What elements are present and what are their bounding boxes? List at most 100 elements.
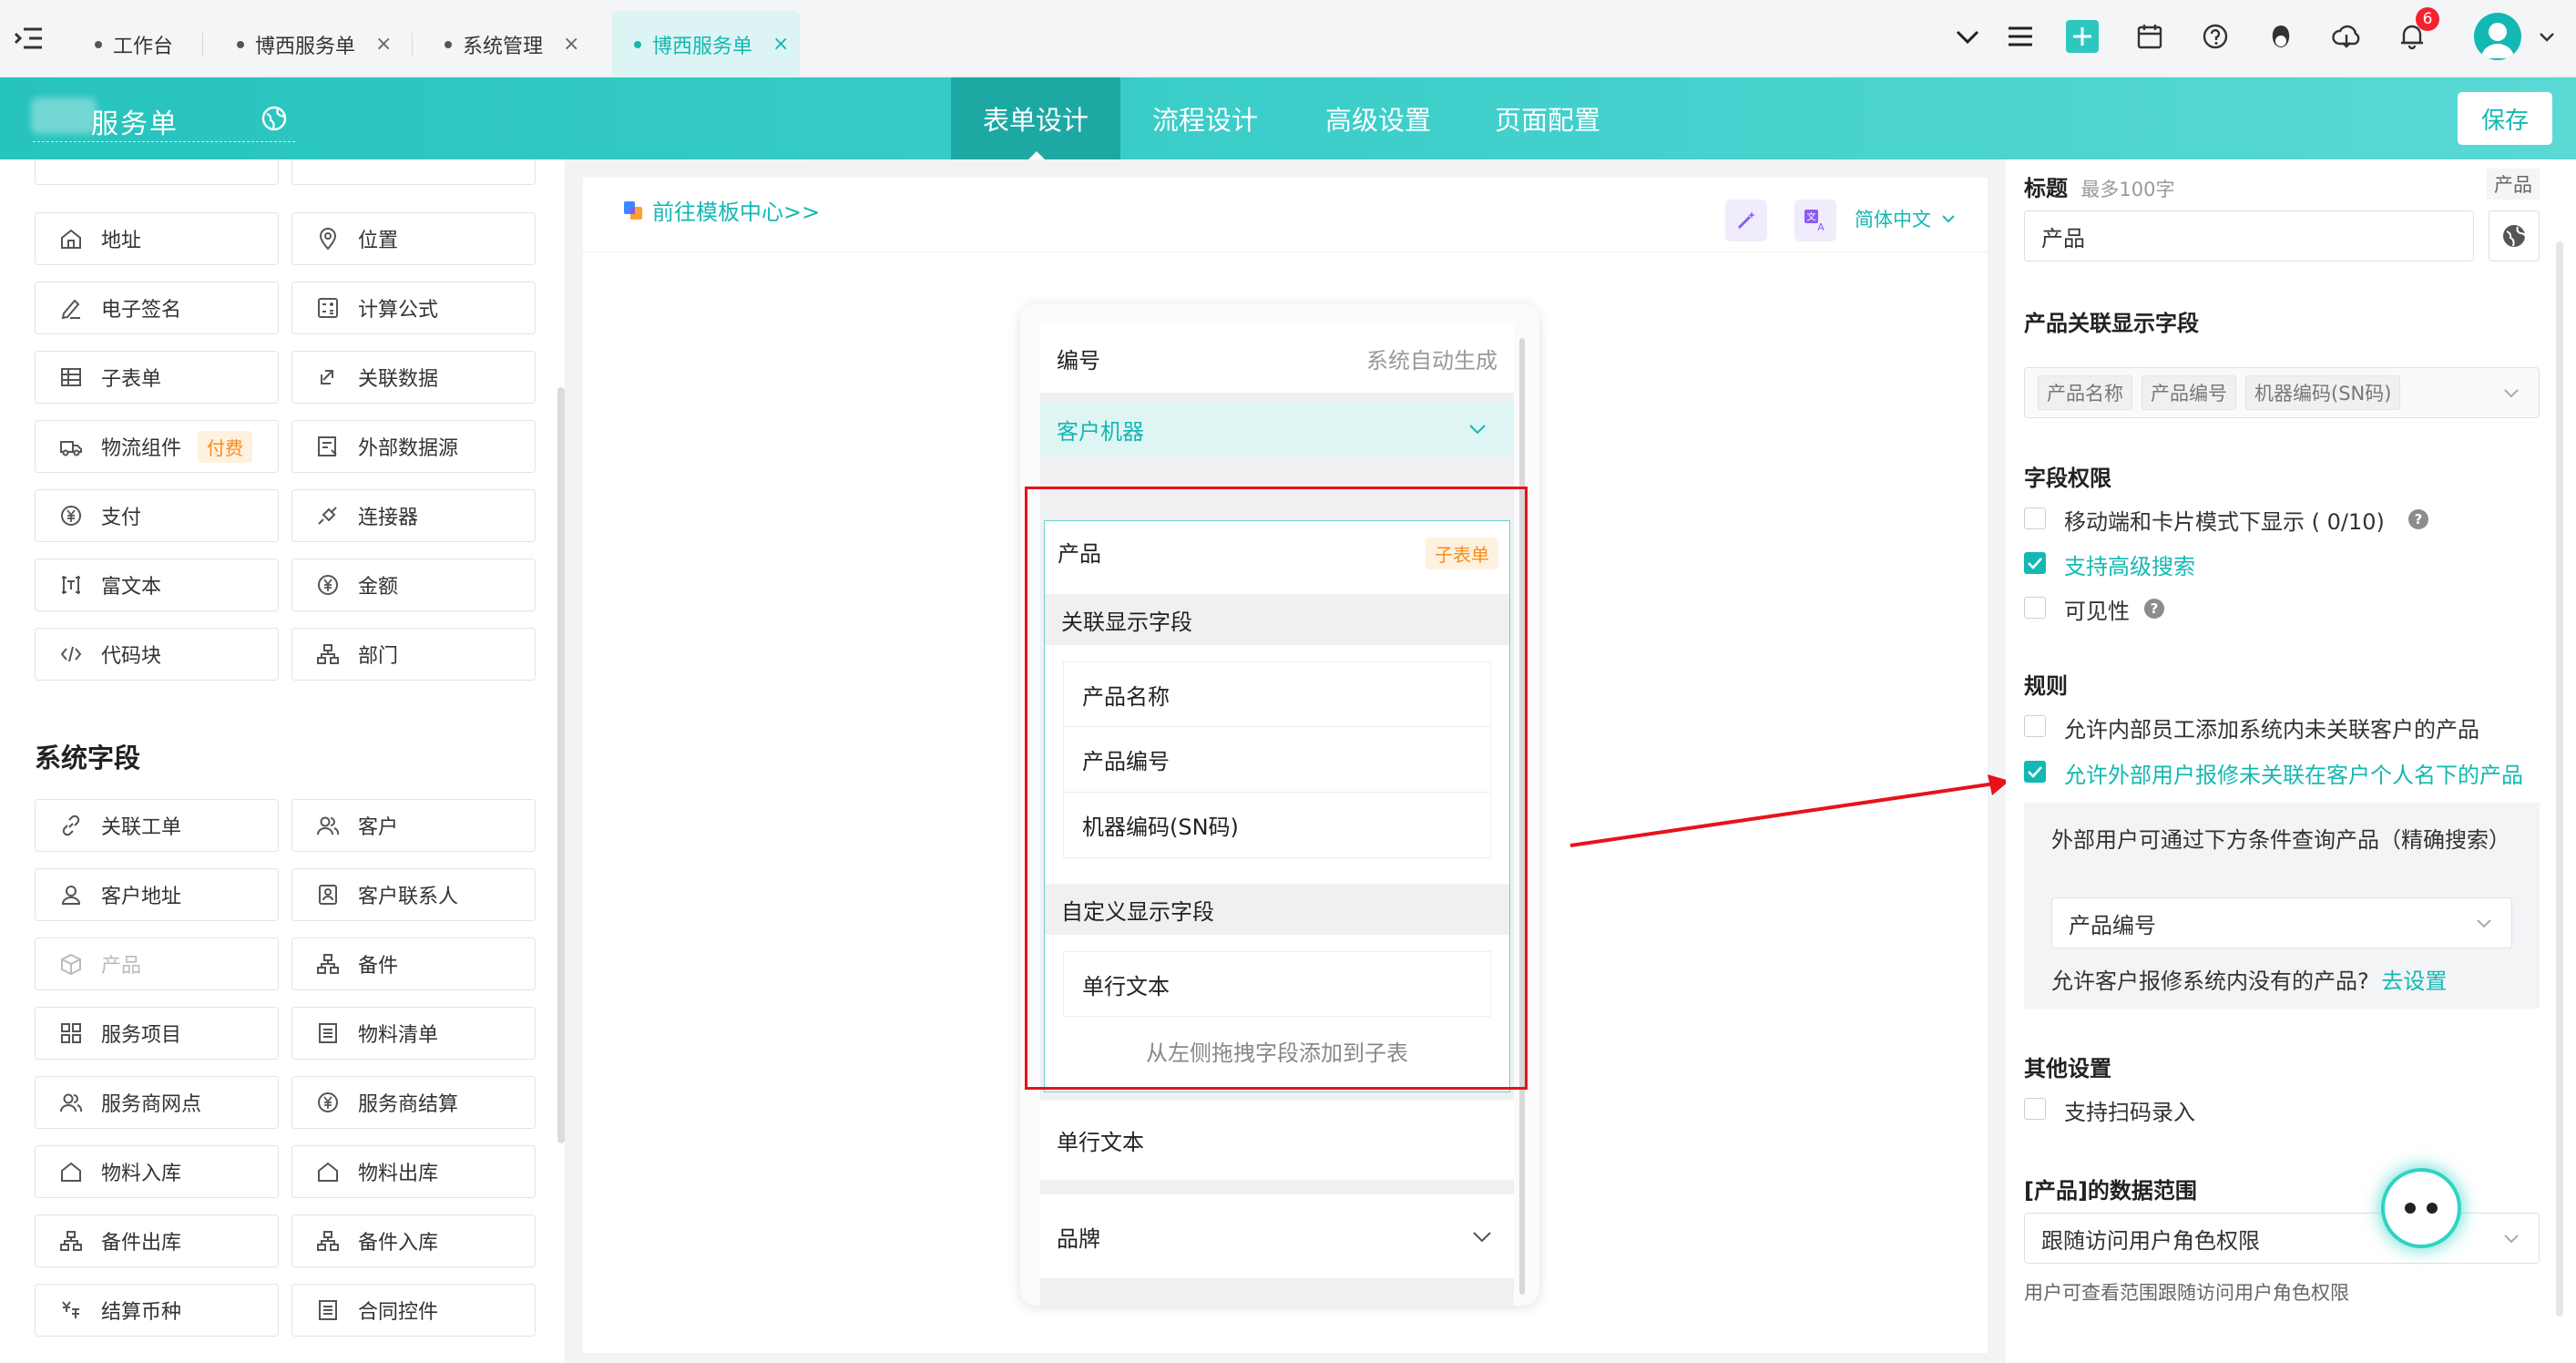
system-field-customer-contact[interactable]: 客户联系人 <box>291 868 536 921</box>
checkbox-scan-input[interactable] <box>2024 1098 2046 1120</box>
chevron-down-icon[interactable] <box>1949 18 1986 55</box>
component-logistics[interactable]: 物流组件 付费 <box>35 420 279 473</box>
tab-page-config[interactable]: 页面配置 <box>1463 77 1632 159</box>
component-richtext[interactable]: 富文本 <box>35 559 279 611</box>
field-single-text[interactable]: 单行文本 <box>1040 1100 1514 1180</box>
component-item[interactable] <box>35 159 279 185</box>
system-field-contract[interactable]: 合同控件 <box>291 1284 536 1337</box>
list-icon[interactable] <box>2002 18 2039 55</box>
globe-icon[interactable] <box>261 105 288 132</box>
query-field-select[interactable]: 产品编号 <box>2051 897 2512 948</box>
allow-missing-row: 允许客户报修系统内没有的产品? 去设置 <box>2051 963 2447 995</box>
template-center-link[interactable]: 前往模板中心>> <box>623 194 820 226</box>
display-fields-label: 产品关联显示字段 <box>2024 311 2199 336</box>
data-range-select[interactable]: 跟随访问用户角色权限 <box>2024 1213 2540 1264</box>
component-label: 地址 <box>101 230 142 252</box>
display-fields-select[interactable]: 产品名称 产品编号 机器编码(SN码) <box>2024 367 2540 418</box>
component-formula[interactable]: 计算公式 <box>291 282 536 334</box>
field-label: 品牌 <box>1057 1225 1100 1252</box>
component-address[interactable]: 地址 <box>35 212 279 265</box>
system-fields-title: 系统字段 <box>35 743 141 774</box>
component-location[interactable]: 位置 <box>291 212 536 265</box>
component-amount[interactable]: 金额 <box>291 559 536 611</box>
bird-icon[interactable] <box>2263 18 2299 55</box>
checkbox-label: 允许内部员工添加系统内未关联客户的产品 <box>2064 717 2479 743</box>
data-range-label: [产品]的数据范围 <box>2024 1178 2197 1204</box>
property-panel: 标题 最多100字 产品 产品 产品关联显示字段 产品名称 产品编号 机器编码(… <box>2006 159 2576 1363</box>
component-signature[interactable]: 电子签名 <box>35 282 279 334</box>
app-name[interactable]: 服务单 <box>33 101 179 141</box>
component-codeblock[interactable]: 代码块 <box>35 628 279 681</box>
chevron-down-icon[interactable] <box>2538 27 2556 46</box>
system-field-part-in[interactable]: 备件入库 <box>291 1214 536 1267</box>
field-number[interactable]: 编号 系统自动生成 <box>1040 323 1514 393</box>
system-field-linked-order[interactable]: 关联工单 <box>35 799 279 852</box>
language-select[interactable]: 简体中文 <box>1855 205 1957 232</box>
help-icon[interactable]: ? <box>2408 509 2428 529</box>
component-external-data[interactable]: 外部数据源 <box>291 420 536 473</box>
close-icon[interactable]: × <box>772 33 789 56</box>
system-field-material-out[interactable]: 物料出库 <box>291 1145 536 1198</box>
component-payment[interactable]: 支付 <box>35 489 279 542</box>
home-icon <box>318 1162 338 1182</box>
save-button[interactable]: 保存 <box>2458 92 2552 145</box>
select-value: 产品编号 <box>2069 912 2156 938</box>
globe-icon[interactable] <box>2489 210 2540 261</box>
component-label: 客户 <box>358 816 399 839</box>
system-field-customer[interactable]: 客户 <box>291 799 536 852</box>
system-field-part-out[interactable]: 备件出库 <box>35 1214 279 1267</box>
checkbox-internal-rule[interactable] <box>2024 715 2046 737</box>
cloud-icon[interactable] <box>2328 18 2365 55</box>
yen-circle-icon <box>318 1092 338 1112</box>
tab-workbench[interactable]: 工作台 <box>95 11 173 77</box>
tab-divider <box>412 33 413 56</box>
tab-system-admin[interactable]: 系统管理 × <box>445 11 579 77</box>
component-linked-data[interactable]: 关联数据 <box>291 351 536 404</box>
system-field-provider-settlement[interactable]: 服务商结算 <box>291 1076 536 1129</box>
system-field-currency[interactable]: 结算币种 <box>35 1284 279 1337</box>
tab-flow-design[interactable]: 流程设计 <box>1120 77 1290 159</box>
system-field-spare-part[interactable]: 备件 <box>291 938 536 990</box>
checkbox-advanced-search[interactable] <box>2024 552 2046 574</box>
field-brand[interactable]: 品牌 <box>1040 1194 1514 1278</box>
component-connector[interactable]: 连接器 <box>291 489 536 542</box>
assistant-chat-icon[interactable] <box>2381 1168 2461 1248</box>
system-field-provider-outlet[interactable]: 服务商网点 <box>35 1076 279 1129</box>
system-field-service-item[interactable]: 服务项目 <box>35 1007 279 1060</box>
system-field-material-in[interactable]: 物料入库 <box>35 1145 279 1198</box>
title-input[interactable]: 产品 <box>2024 210 2474 261</box>
close-icon[interactable]: × <box>563 33 579 56</box>
org-icon <box>317 954 339 974</box>
component-department[interactable]: 部门 <box>291 628 536 681</box>
checkbox-visibility[interactable] <box>2024 597 2046 619</box>
tab-advanced-settings[interactable]: 高级设置 <box>1293 77 1463 159</box>
tab-label: 页面配置 <box>1494 105 1600 136</box>
go-settings-link[interactable]: 去设置 <box>2381 968 2447 994</box>
tab-service-order-active[interactable]: 博西服务单 × <box>612 11 800 77</box>
tab-form-design[interactable]: 表单设计 <box>951 77 1120 159</box>
truck-icon <box>60 441 82 456</box>
component-label: 客户地址 <box>101 886 182 908</box>
scrollbar[interactable] <box>557 387 565 1143</box>
help-icon[interactable]: ? <box>2144 599 2164 619</box>
list-doc-icon <box>319 1023 337 1043</box>
translate-icon[interactable]: 文A <box>1794 200 1836 241</box>
tab-service-order[interactable]: 博西服务单 × <box>237 11 392 77</box>
system-field-bom[interactable]: 物料清单 <box>291 1007 536 1060</box>
menu-toggle-icon[interactable] <box>13 22 46 55</box>
component-item[interactable] <box>291 159 536 185</box>
close-icon[interactable]: × <box>375 33 392 56</box>
checkbox-mobile-display[interactable] <box>2024 507 2046 529</box>
system-field-customer-address[interactable]: 客户地址 <box>35 868 279 921</box>
checkbox-external-rule[interactable] <box>2024 761 2046 783</box>
field-customer-machine[interactable]: 客户机器 <box>1040 402 1514 456</box>
component-label: 子表单 <box>101 368 162 391</box>
help-icon[interactable] <box>2197 18 2234 55</box>
scrollbar[interactable] <box>2556 241 2563 1317</box>
grid-icon <box>61 1023 81 1043</box>
calendar-icon[interactable] <box>2131 18 2168 55</box>
magic-wand-icon[interactable] <box>1725 200 1767 241</box>
component-subform[interactable]: 子表单 <box>35 351 279 404</box>
add-icon[interactable] <box>2064 18 2101 55</box>
avatar-icon[interactable] <box>2474 13 2521 60</box>
